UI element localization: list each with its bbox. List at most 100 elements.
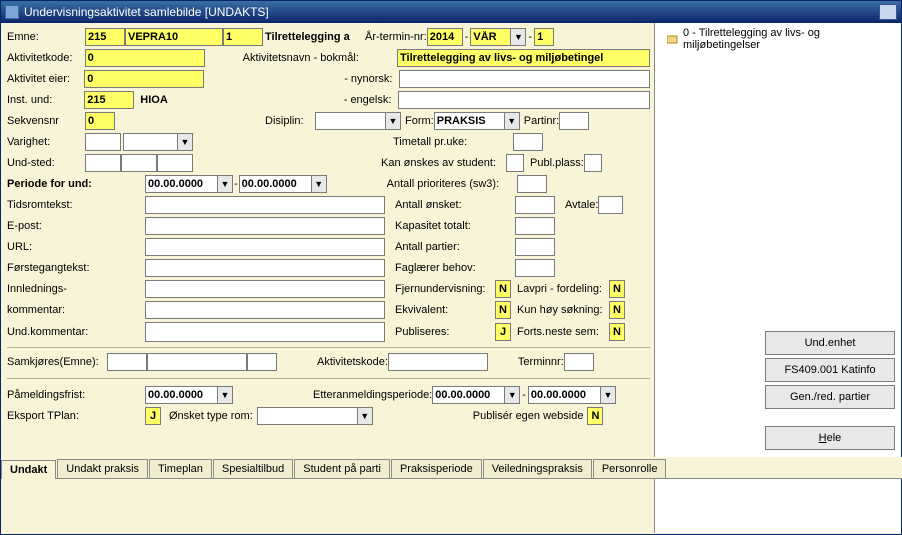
varighet2[interactable] xyxy=(123,133,177,151)
tree-node-icon xyxy=(667,33,679,45)
antallonsket[interactable] xyxy=(515,196,555,214)
titlebar[interactable]: Undervisningsaktivitet samlebilde [UNDAK… xyxy=(1,1,901,23)
periode-til-dd[interactable]: ▼ xyxy=(311,175,327,193)
tidsromtekst[interactable] xyxy=(145,196,385,214)
lbl-antallonsket: Antall ønsket: xyxy=(395,199,515,211)
avtale[interactable] xyxy=(598,196,623,214)
partinr[interactable] xyxy=(559,112,589,130)
faglarer[interactable] xyxy=(515,259,555,277)
termin-field[interactable] xyxy=(470,28,510,46)
lbl-aktnavn-bm: Aktivitetsnavn - bokmål: xyxy=(243,52,397,64)
lbl-publplass: Publ.plass: xyxy=(530,157,584,169)
aktivitetsnavn-bm[interactable] xyxy=(397,49,650,67)
tab-undakt[interactable]: Undakt xyxy=(1,460,56,479)
kapasitet[interactable] xyxy=(515,217,555,235)
lavpri[interactable] xyxy=(609,280,625,298)
undsted3[interactable] xyxy=(157,154,193,172)
lbl-publiseres: Publiseres: xyxy=(395,326,495,338)
varighet1[interactable] xyxy=(85,133,121,151)
btn-katinfo[interactable]: FS409.001 Katinfo xyxy=(765,358,895,382)
btn-und-enhet[interactable]: Und.enhet xyxy=(765,331,895,355)
aktivitetsnavn-en[interactable] xyxy=(398,91,650,109)
samk1[interactable] xyxy=(107,353,147,371)
emne-code3[interactable] xyxy=(223,28,263,46)
kanonskes[interactable] xyxy=(506,154,524,172)
varighet-dd[interactable]: ▼ xyxy=(177,133,193,151)
undsted2[interactable] xyxy=(121,154,157,172)
onskettype[interactable] xyxy=(257,407,357,425)
tab-timeplan[interactable]: Timeplan xyxy=(149,459,212,478)
btn-gen-red[interactable]: Gen./red. partier xyxy=(765,385,895,409)
eksport-tplan[interactable] xyxy=(145,407,161,425)
lbl-nynorsk: - nynorsk: xyxy=(344,73,398,85)
samk3[interactable] xyxy=(247,353,277,371)
antallpartier[interactable] xyxy=(515,238,555,256)
kunhoy[interactable] xyxy=(609,301,625,319)
tab-student-parti[interactable]: Student på parti xyxy=(294,459,390,478)
etteranm-fra-dd[interactable]: ▼ xyxy=(504,386,520,404)
maximize-btn[interactable] xyxy=(879,4,897,20)
publplass[interactable] xyxy=(584,154,602,172)
disiplin-dd-icon[interactable]: ▼ xyxy=(385,112,401,130)
lbl-forstegang: Førstegangtekst: xyxy=(7,262,95,274)
periode-fra[interactable] xyxy=(145,175,217,193)
forstegangtekst[interactable] xyxy=(145,259,385,277)
sekvensnr[interactable] xyxy=(85,112,115,130)
tab-undakt-praksis[interactable]: Undakt praksis xyxy=(57,459,148,478)
aktivitetsnavn-nn[interactable] xyxy=(399,70,650,88)
fortsneste[interactable] xyxy=(609,323,625,341)
undsted1[interactable] xyxy=(85,154,121,172)
aktivitetskode2[interactable] xyxy=(388,353,488,371)
lbl-partinr: Partinr: xyxy=(524,115,559,127)
tab-praksisperiode[interactable]: Praksisperiode xyxy=(391,459,482,478)
etteranm-til-dd[interactable]: ▼ xyxy=(600,386,616,404)
ekvivalent[interactable] xyxy=(495,301,511,319)
btn-hele[interactable]: Hele xyxy=(765,426,895,450)
periode-til[interactable] xyxy=(239,175,311,193)
lbl-form: Form: xyxy=(405,115,434,127)
epost[interactable] xyxy=(145,217,385,235)
lbl-forts: Forts.neste sem: xyxy=(517,326,609,338)
lbl-ekviv: Ekvivalent: xyxy=(395,304,495,316)
termin-dd-icon[interactable]: ▼ xyxy=(510,28,526,46)
tree-node-0[interactable]: 0 - Tilrettelegging av livs- og miljøbet… xyxy=(667,27,897,51)
tab-personrolle[interactable]: Personrolle xyxy=(593,459,667,478)
tab-spesialtilbud[interactable]: Spesialtilbud xyxy=(213,459,293,478)
aktivitetkode[interactable] xyxy=(85,49,205,67)
lbl-periode: Periode for und: xyxy=(7,178,95,190)
tree-node-label: 0 - Tilrettelegging av livs- og miljøbet… xyxy=(683,27,897,51)
disiplin[interactable] xyxy=(315,112,385,130)
innledningskommentar-top[interactable] xyxy=(145,280,385,298)
antallpri[interactable] xyxy=(517,175,547,193)
pamfrist[interactable] xyxy=(145,386,217,404)
innledningskommentar-bot[interactable] xyxy=(145,301,385,319)
terminnr2[interactable] xyxy=(564,353,594,371)
publiseres[interactable] xyxy=(495,323,511,341)
onskettype-dd[interactable]: ▼ xyxy=(357,407,373,425)
samk2[interactable] xyxy=(147,353,247,371)
form[interactable] xyxy=(434,112,504,130)
terminnr-top[interactable] xyxy=(534,28,554,46)
emne-code1[interactable] xyxy=(85,28,125,46)
ar-field[interactable] xyxy=(427,28,463,46)
etteranm-fra[interactable] xyxy=(432,386,504,404)
emne-code2[interactable] xyxy=(125,28,223,46)
tab-veiledning[interactable]: Veiledningspraksis xyxy=(483,459,592,478)
pamfrist-dd[interactable]: ▼ xyxy=(217,386,233,404)
etteranm-til[interactable] xyxy=(528,386,600,404)
aktivitet-eier[interactable] xyxy=(84,70,204,88)
lbl-url: URL: xyxy=(7,241,95,253)
lbl-kommentar: kommentar: xyxy=(7,304,95,316)
publiserweb[interactable] xyxy=(587,407,603,425)
form-dd-icon[interactable]: ▼ xyxy=(504,112,520,130)
lbl-instund: Inst. und: xyxy=(7,94,84,106)
lbl-ar-termin: År-termin-nr: xyxy=(365,31,427,43)
url[interactable] xyxy=(145,238,385,256)
window-title: Undervisningsaktivitet samlebilde [UNDAK… xyxy=(24,5,269,19)
timetall[interactable] xyxy=(513,133,543,151)
fjernund[interactable] xyxy=(495,280,511,298)
lbl-onskettype: Ønsket type rom: xyxy=(169,410,253,422)
undkommentar[interactable] xyxy=(145,322,385,342)
inst-und1[interactable] xyxy=(84,91,134,109)
periode-fra-dd[interactable]: ▼ xyxy=(217,175,233,193)
